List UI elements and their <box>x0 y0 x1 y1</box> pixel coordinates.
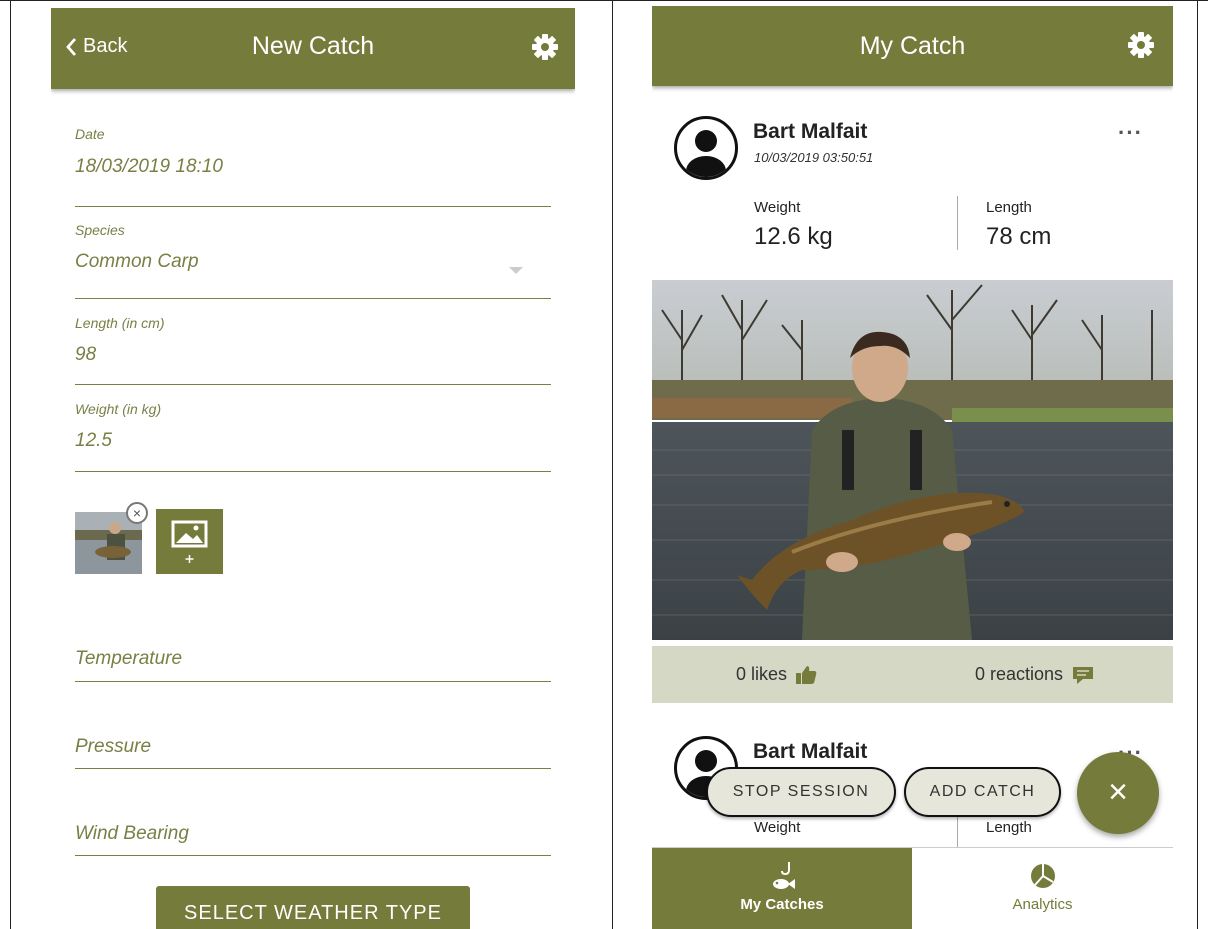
species-label: Species <box>75 222 125 238</box>
wind-bearing-input[interactable]: Wind Bearing <box>75 823 551 856</box>
date-label: Date <box>75 126 105 142</box>
pressure-placeholder: Pressure <box>75 736 152 757</box>
weight-value: 12.6 kg <box>754 223 833 250</box>
avatar[interactable] <box>674 116 738 180</box>
weight-field[interactable]: Weight (in kg) 12.5 <box>75 401 551 472</box>
weight-label: Weight <box>754 819 801 836</box>
reactions-count: 0 reactions <box>975 664 1064 684</box>
chat-bubble-icon <box>1073 666 1094 684</box>
catch-photo-image <box>652 280 1173 640</box>
add-catch-button[interactable]: ADD CATCH <box>904 767 1061 817</box>
temperature-input[interactable]: Temperature <box>75 648 551 682</box>
catch-photo[interactable] <box>652 280 1173 640</box>
close-icon: × <box>1108 773 1128 811</box>
length-label: Length <box>986 819 1032 836</box>
my-catch-appbar: My Catch <box>652 6 1173 86</box>
like-button[interactable]: 0 likes <box>736 664 817 685</box>
fish-hook-icon <box>773 862 795 889</box>
thumbs-up-icon <box>796 665 817 684</box>
bottom-tab-bar: My Catches Analytics <box>652 847 1173 929</box>
length-field[interactable]: Length (in cm) 98 <box>75 315 551 385</box>
post-username[interactable]: Bart Malfait <box>753 120 867 144</box>
pressure-input[interactable]: Pressure <box>75 736 551 769</box>
remove-photo-icon[interactable]: × <box>126 502 148 524</box>
species-value: Common Carp <box>75 251 199 272</box>
left-border <box>10 0 11 929</box>
page-title: My Catch <box>859 32 966 60</box>
tab-label: My Catches <box>740 896 824 913</box>
weight-value: 12.5 <box>75 430 112 451</box>
gear-icon[interactable] <box>1126 30 1156 60</box>
post-username[interactable]: Bart Malfait <box>753 740 867 764</box>
reactions-button[interactable]: 0 reactions <box>975 664 1095 685</box>
user-icon <box>686 130 726 177</box>
tab-label: Analytics <box>1012 896 1073 913</box>
screenshot-frame: Back New Catch Date 18/03/2019 18:10 Spe… <box>0 0 1208 929</box>
weight-label: Weight (in kg) <box>75 401 162 417</box>
right-border <box>1197 0 1198 929</box>
page-title: New Catch <box>251 32 375 60</box>
dropdown-arrow-icon <box>509 267 523 274</box>
length-label: Length <box>986 199 1032 216</box>
species-select[interactable]: Species Common Carp <box>75 222 551 299</box>
close-fab-button[interactable]: × <box>1077 752 1159 834</box>
length-value: 98 <box>75 344 97 365</box>
more-options-icon[interactable]: ··· <box>1118 120 1143 146</box>
wind-bearing-placeholder: Wind Bearing <box>75 823 189 844</box>
top-border <box>0 0 1208 1</box>
my-catch-screen: My Catch Bart Malfait 10/03/2019 03:50:5… <box>652 6 1173 929</box>
temperature-placeholder: Temperature <box>75 648 183 669</box>
add-image-button[interactable] <box>156 509 223 574</box>
pie-chart-icon <box>1030 864 1055 888</box>
select-weather-type-button[interactable]: SELECT WEATHER TYPE <box>156 886 470 929</box>
new-catch-appbar: Back New Catch <box>51 8 575 89</box>
weight-label: Weight <box>754 199 801 216</box>
date-field[interactable]: Date 18/03/2019 18:10 <box>75 126 551 207</box>
new-catch-screen: Back New Catch Date 18/03/2019 18:10 Spe… <box>51 8 575 929</box>
stop-session-button[interactable]: STOP SESSION <box>706 767 896 817</box>
center-divider <box>612 0 613 929</box>
tab-analytics[interactable]: Analytics <box>912 848 1173 929</box>
reactions-bar: 0 likes 0 reactions <box>652 646 1173 703</box>
likes-count: 0 likes <box>736 664 788 684</box>
metrics-divider <box>957 196 958 250</box>
image-add-icon <box>171 520 208 563</box>
tab-my-catches[interactable]: My Catches <box>652 848 912 929</box>
date-value: 18/03/2019 18:10 <box>75 156 223 177</box>
gear-icon[interactable] <box>530 32 560 62</box>
length-label: Length (in cm) <box>75 315 165 331</box>
length-value: 78 cm <box>986 223 1052 250</box>
metrics-divider <box>957 814 958 848</box>
post-date: 10/03/2019 03:50:51 <box>754 150 874 165</box>
